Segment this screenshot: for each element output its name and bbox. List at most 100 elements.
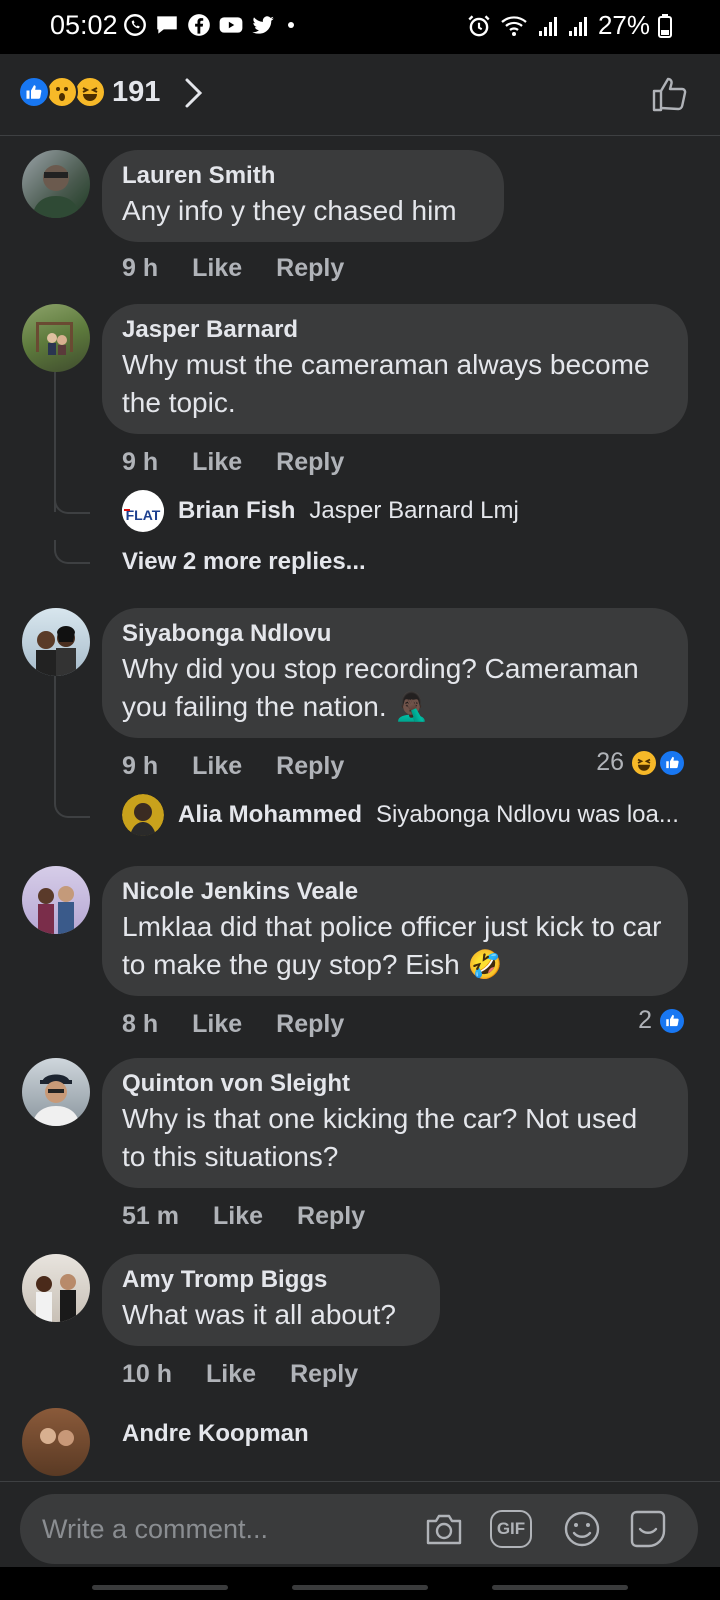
status-time: 05:02	[50, 10, 118, 40]
comment-text: Why did you stop recording? Cameraman yo…	[122, 653, 639, 722]
reply-avatar[interactable]	[122, 794, 164, 836]
reply-author[interactable]: Brian Fish	[178, 497, 295, 525]
comment-author[interactable]: Lauren Smith	[122, 162, 484, 190]
reply-button[interactable]: Reply	[276, 254, 344, 283]
avatar[interactable]	[22, 150, 90, 218]
comment-bubble[interactable]: Siyabonga Ndlovu Why did you stop record…	[102, 608, 688, 738]
comment-author[interactable]: Andre Koopman	[122, 1420, 309, 1448]
reply-avatar-label: FLAT	[126, 507, 161, 523]
haha-reaction-icon	[630, 748, 658, 777]
comment-text: Why is that one kicking the car? Not use…	[122, 1103, 638, 1172]
reply-button[interactable]: Reply	[276, 752, 344, 781]
battery-percent: 27%	[597, 10, 650, 40]
signal-icon-2	[568, 16, 587, 36]
like-button[interactable]: Like	[192, 1010, 242, 1039]
comment-author[interactable]: Amy Tromp Biggs	[122, 1266, 420, 1294]
reaction-summary[interactable]	[18, 76, 106, 108]
signal-icon	[538, 16, 557, 36]
chevron-right-icon[interactable]	[178, 76, 208, 110]
avatar[interactable]	[22, 1254, 90, 1322]
whatsapp-icon	[124, 14, 146, 36]
wifi-icon	[501, 15, 527, 36]
comment-actions: 8 h Like Reply	[122, 1010, 344, 1039]
reply-preview[interactable]: Alia Mohammed Siyabonga Ndlovu was loa..…	[122, 794, 679, 836]
facebook-icon	[188, 14, 210, 36]
avatar[interactable]	[22, 1408, 90, 1476]
like-button[interactable]: Like	[192, 448, 242, 477]
like-icon[interactable]	[650, 74, 690, 114]
comment-text: What was it all about?	[122, 1299, 396, 1330]
comment-time: 9 h	[122, 448, 159, 476]
comment-input[interactable]	[42, 1508, 422, 1550]
view-more-replies-link[interactable]: View 2 more replies...	[122, 548, 366, 576]
comment-bubble[interactable]: Lauren Smith Any info y they chased him	[102, 150, 504, 242]
nav-back-button[interactable]	[492, 1585, 628, 1590]
nav-recent-button[interactable]	[92, 1585, 228, 1590]
nav-home-button[interactable]	[292, 1585, 428, 1590]
comment-time: 8 h	[122, 1010, 159, 1038]
more-notifications-dot	[288, 22, 294, 28]
haha-reaction-icon	[74, 76, 106, 108]
system-nav-bar	[0, 1567, 720, 1600]
comment-reactions[interactable]: 26	[596, 748, 686, 777]
avatar[interactable]	[22, 1058, 90, 1126]
comment-author[interactable]: Nicole Jenkins Veale	[122, 878, 668, 906]
emoji-icon[interactable]	[560, 1509, 604, 1549]
reply-button[interactable]: Reply	[276, 448, 344, 477]
comment-author[interactable]: Jasper Barnard	[122, 316, 668, 344]
reply-avatar[interactable]: FLAT	[122, 490, 164, 532]
reply-text: Jasper Barnard Lmj	[309, 497, 519, 524]
sticker-icon[interactable]	[626, 1509, 670, 1549]
alarm-icon	[468, 14, 490, 36]
comment-input-container[interactable]: GIF	[20, 1494, 698, 1564]
avatar[interactable]	[22, 304, 90, 372]
comment-bubble[interactable]: Quinton von Sleight Why is that one kick…	[102, 1058, 688, 1188]
notification-icons	[122, 12, 294, 38]
like-reaction-icon	[658, 748, 686, 777]
status-bar: 05:02 27%	[0, 0, 720, 54]
like-button[interactable]: Like	[192, 752, 242, 781]
comment-reactions[interactable]: 2	[638, 1006, 686, 1035]
comment-actions: 10 h Like Reply	[122, 1360, 358, 1389]
comment-text: Any info y they chased him	[122, 195, 457, 226]
wow-reaction-icon	[46, 76, 78, 108]
comment-time: 51 m	[122, 1202, 179, 1230]
message-icon	[157, 16, 177, 34]
reply-preview[interactable]: FLAT Brian Fish Jasper Barnard Lmj	[122, 490, 519, 532]
gif-button[interactable]: GIF	[490, 1510, 532, 1548]
comment-time: 10 h	[122, 1360, 173, 1388]
thread-hook	[54, 490, 90, 514]
reply-text: Siyabonga Ndlovu was loa...	[376, 801, 679, 828]
avatar[interactable]	[22, 866, 90, 934]
comment-reaction-count: 26	[596, 748, 624, 776]
twitter-icon	[252, 16, 274, 34]
reply-button[interactable]: Reply	[290, 1360, 358, 1389]
reaction-count[interactable]: 191	[112, 76, 160, 109]
reply-author[interactable]: Alia Mohammed	[178, 801, 362, 829]
reactions-header: 191	[0, 54, 720, 136]
comment-actions: 9 h Like Reply	[122, 752, 344, 781]
comment-bubble[interactable]: Amy Tromp Biggs What was it all about?	[102, 1254, 440, 1346]
comment-time: 9 h	[122, 254, 159, 282]
like-button[interactable]: Like	[206, 1360, 256, 1389]
like-button[interactable]: Like	[213, 1202, 263, 1231]
comment-bubble[interactable]: Jasper Barnard Why must the cameraman al…	[102, 304, 688, 434]
comment-text: Lmklaa did that police officer just kick…	[122, 911, 662, 980]
comment-time: 9 h	[122, 752, 159, 780]
comment-author[interactable]: Siyabonga Ndlovu	[122, 620, 668, 648]
comments-list[interactable]: Lauren Smith Any info y they chased him …	[0, 136, 720, 1481]
reply-button[interactable]: Reply	[276, 1010, 344, 1039]
comment-reaction-count: 2	[638, 1006, 652, 1034]
battery-icon	[658, 13, 672, 38]
reply-button[interactable]: Reply	[297, 1202, 365, 1231]
comment-bubble[interactable]: Nicole Jenkins Veale Lmklaa did that pol…	[102, 866, 688, 996]
youtube-icon	[219, 17, 243, 33]
like-reaction-icon	[658, 1006, 686, 1035]
thread-hook	[54, 794, 90, 818]
like-button[interactable]: Like	[192, 254, 242, 283]
thread-hook	[54, 540, 90, 564]
camera-icon[interactable]	[422, 1509, 466, 1549]
like-reaction-icon	[18, 76, 50, 108]
comment-author[interactable]: Quinton von Sleight	[122, 1070, 668, 1098]
avatar[interactable]	[22, 608, 90, 676]
